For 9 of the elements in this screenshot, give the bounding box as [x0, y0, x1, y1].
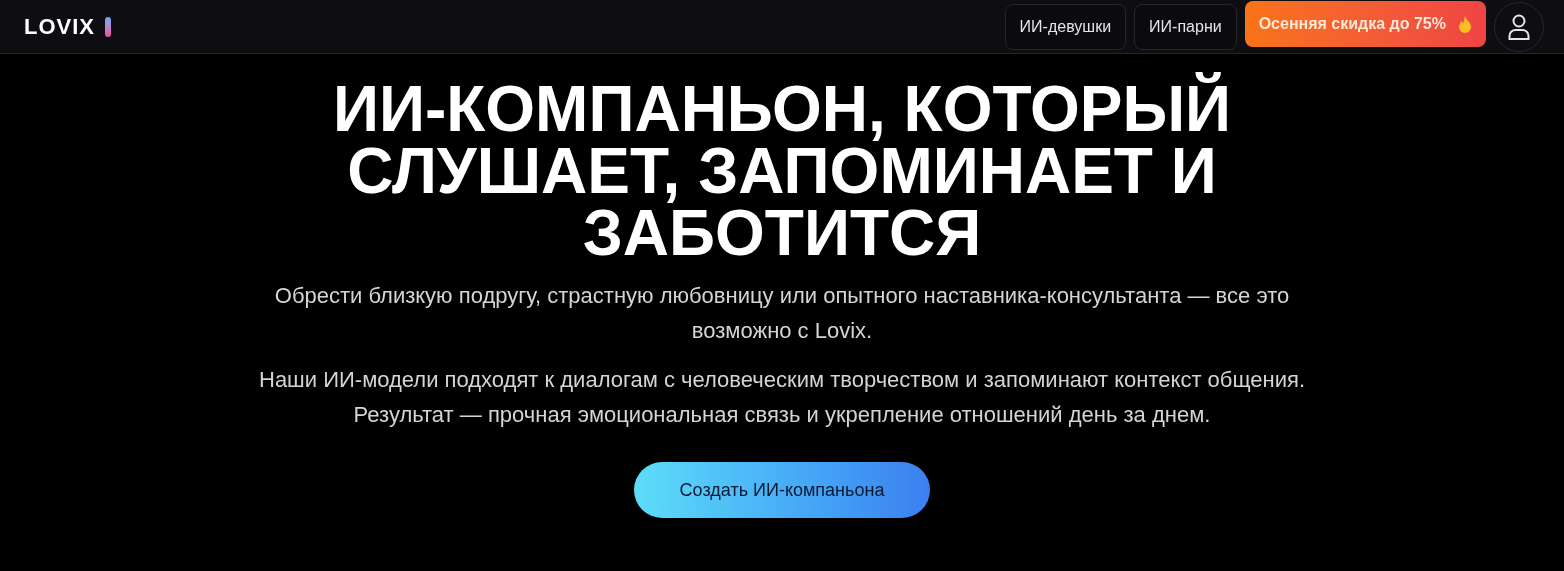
intro-paragraph: Обрести близкую подругу, страстную любовницу или опытного наставника-консультанта — все это возможно с Lovix.	[273, 282, 1291, 345]
logo-mark-icon	[105, 16, 111, 37]
description-paragraph: Наши ИИ-модели подходят к диалогам с человеческим творчеством и запоминают контекст общения. Результат — прочная эмоциональная связь и укрепление отношений день за днем.	[258, 366, 1306, 429]
logo[interactable]: LOVIX	[24, 10, 95, 43]
nav-link[interactable]: ИИ-парни	[1134, 3, 1237, 50]
create-companion-button[interactable]: Создать ИИ-компаньона	[634, 462, 930, 518]
flame-icon	[1458, 14, 1472, 33]
nav-link[interactable]: ИИ-девушки	[1004, 3, 1127, 50]
user-icon	[1508, 13, 1530, 40]
